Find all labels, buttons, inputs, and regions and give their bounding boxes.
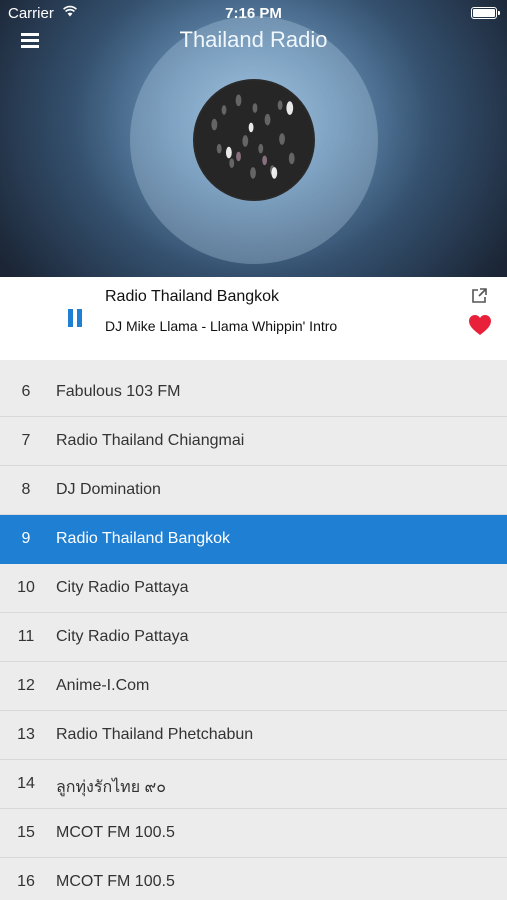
station-row[interactable]: 13 Radio Thailand Phetchabun bbox=[0, 711, 507, 760]
station-number: 8 bbox=[21, 481, 31, 498]
station-row[interactable]: 14 ลูกทุ่งรักไทย ๙๐ bbox=[0, 760, 507, 809]
station-name: MCOT FM 100.5 bbox=[56, 873, 175, 890]
station-list: 6 Fabulous 103 FM 7 Radio Thailand Chiangm… bbox=[0, 368, 507, 900]
station-row[interactable]: 15 MCOT FM 100.5 bbox=[0, 809, 507, 858]
station-name: Anime-I.Com bbox=[56, 677, 150, 694]
station-name: MCOT FM 100.5 bbox=[56, 824, 175, 841]
station-name: Radio Thailand Chiangmai bbox=[56, 432, 245, 449]
station-row[interactable]: 12 Anime-I.Com bbox=[0, 662, 507, 711]
now-playing-track: DJ Mike Llama - Llama Whippin' Intro bbox=[105, 318, 338, 334]
now-playing-station: Radio Thailand Bangkok bbox=[105, 288, 280, 305]
station-name: Radio Thailand Bangkok bbox=[56, 530, 231, 547]
station-number: 15 bbox=[17, 824, 35, 841]
battery-icon bbox=[471, 7, 500, 19]
station-name: DJ Domination bbox=[56, 481, 161, 498]
favorite-heart-icon[interactable] bbox=[468, 314, 492, 336]
station-number: 16 bbox=[17, 873, 35, 890]
station-row[interactable]: 7 Radio Thailand Chiangmai bbox=[0, 417, 507, 466]
station-row[interactable]: 6 Fabulous 103 FM bbox=[0, 368, 507, 417]
station-number: 11 bbox=[17, 628, 35, 645]
header: Carrier 7:16 PM Thailand Radio bbox=[0, 0, 507, 277]
station-row[interactable]: 11 City Radio Pattaya bbox=[0, 613, 507, 662]
pause-icon[interactable] bbox=[66, 309, 84, 327]
station-number: 7 bbox=[21, 432, 31, 449]
station-number: 14 bbox=[17, 775, 35, 792]
station-row[interactable]: 16 MCOT FM 100.5 bbox=[0, 858, 507, 900]
station-number: 13 bbox=[17, 726, 35, 743]
station-number: 6 bbox=[21, 383, 31, 400]
station-name: City Radio Pattaya bbox=[56, 628, 189, 645]
station-name: Radio Thailand Phetchabun bbox=[56, 726, 254, 743]
share-icon[interactable] bbox=[471, 287, 488, 304]
station-name: City Radio Pattaya bbox=[56, 579, 189, 596]
station-name: Fabulous 103 FM bbox=[56, 383, 181, 400]
station-number: 12 bbox=[17, 677, 35, 694]
station-row[interactable]: 8 DJ Domination bbox=[0, 466, 507, 515]
station-name: ลูกทุ่งรักไทย ๙๐ bbox=[56, 779, 167, 796]
station-artwork bbox=[193, 79, 315, 201]
station-row[interactable]: 9 Radio Thailand Bangkok bbox=[0, 515, 507, 564]
station-number: 10 bbox=[17, 579, 35, 596]
station-number: 9 bbox=[21, 530, 31, 547]
station-row[interactable]: 10 City Radio Pattaya bbox=[0, 564, 507, 613]
